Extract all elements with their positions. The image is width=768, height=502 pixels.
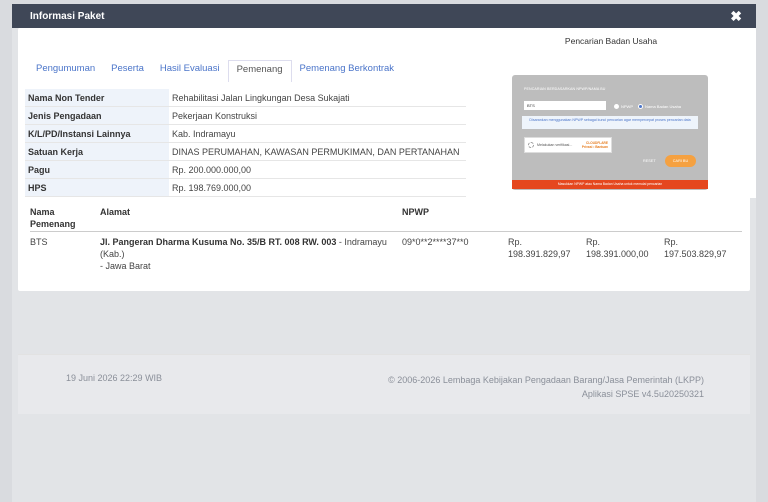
search-popup-panel: Pencarian Badan Usaha PENCARIAN BERDASAR… [466, 28, 756, 198]
info-row-jenis: Jenis Pengadaan Pekerjaan Konstruksi [25, 107, 467, 125]
table-row: BTS Jl. Pangeran Dharma Kusuma No. 35/B … [30, 236, 742, 271]
captcha-label: Melakukan verifikasi... [537, 143, 573, 147]
info-value: Pekerjaan Konstruksi [172, 110, 258, 121]
info-row-hps: HPS Rp. 198.769.000,00 [25, 179, 467, 197]
corrected-price: Rp. 198.391.000,00 [586, 236, 649, 260]
search-note: Disarankan menggunakan NPWP sebagai kunc… [522, 116, 698, 129]
search-input[interactable]: BTS [524, 101, 606, 110]
corrected-currency: Rp. [586, 237, 601, 247]
header-alamat: Alamat [100, 207, 131, 217]
radio-npwp-icon [614, 104, 619, 109]
info-value: Rp. 198.769.000,00 [172, 182, 252, 193]
tab-peserta[interactable]: Peserta [103, 60, 152, 82]
address-province: - Jawa Barat [100, 261, 151, 271]
info-value: DINAS PERUMAHAN, KAWASAN PERMUKIMAN, DAN… [172, 146, 460, 157]
final-value: 197.503.829,97 [664, 249, 727, 259]
winner-npwp: 09*0**2****37**0 [402, 237, 469, 247]
search-label: PENCARIAN BERDASARKAN NPWP/NAMA BU [524, 87, 606, 91]
header-npwp: NPWP [402, 207, 429, 217]
address-street: Jl. Pangeran Dharma Kusuma No. 35/B RT. … [100, 237, 337, 247]
tab-bar: Pengumuman Peserta Hasil Evaluasi Pemena… [28, 60, 402, 82]
winner-name: BTS [30, 237, 48, 247]
radio-nama-bu-label: Nama Badan Usaha [645, 104, 682, 109]
package-info-table: Nama Non Tender Rehabilitasi Jalan Lingk… [25, 89, 467, 197]
info-key: Pagu [25, 161, 169, 178]
close-icon[interactable]: ✖ [730, 9, 742, 23]
winner-table-header: Nama Pemenang Alamat NPWP [30, 206, 742, 232]
modal-header: Informasi Paket ✖ [12, 4, 756, 28]
captcha-spinner-icon [528, 142, 534, 148]
radio-npwp[interactable]: NPWP [614, 104, 633, 109]
final-currency: Rp. [664, 237, 679, 247]
footer-copyright: © 2006-2026 Lembaga Kebijakan Pengadaan … [388, 373, 704, 401]
info-key: K/L/PD/Instansi Lainnya [25, 125, 169, 142]
info-value: Rehabilitasi Jalan Lingkungan Desa Sukaj… [172, 92, 350, 103]
info-key: Nama Non Tender [25, 89, 169, 106]
captcha-brand: CLOUDFLARE Privasi • Bantuan [582, 141, 608, 149]
tab-pengumuman[interactable]: Pengumuman [28, 60, 103, 82]
reset-button[interactable]: RESET [643, 159, 656, 163]
tab-pemenang-berkontrak[interactable]: Pemenang Berkontrak [292, 60, 403, 82]
info-row-nama: Nama Non Tender Rehabilitasi Jalan Lingk… [25, 89, 467, 107]
app-version: Aplikasi SPSE v4.5u20250321 [581, 389, 704, 399]
search-status-bar: Masukkan NPWP atau Nama Badan Usaha untu… [512, 180, 708, 189]
info-key: Satuan Kerja [25, 143, 169, 160]
info-value: Kab. Indramayu [172, 128, 236, 139]
info-row-instansi: K/L/PD/Instansi Lainnya Kab. Indramayu [25, 125, 467, 143]
winner-address: Jl. Pangeran Dharma Kusuma No. 35/B RT. … [100, 236, 400, 272]
header-nama-line2: Pemenang [30, 219, 76, 229]
tab-hasil-evaluasi[interactable]: Hasil Evaluasi [152, 60, 228, 82]
radio-nama-bu[interactable]: Nama Badan Usaha [638, 104, 681, 109]
info-key: Jenis Pengadaan [25, 107, 169, 124]
offer-value: 198.391.829,97 [508, 249, 571, 259]
search-popup-title: Pencarian Badan Usaha [564, 36, 658, 46]
info-value: Rp. 200.000.000,00 [172, 164, 252, 175]
search-popup-form: PENCARIAN BERDASARKAN NPWP/NAMA BU BTS N… [512, 75, 708, 190]
offer-price: Rp. 198.391.829,97 [508, 236, 571, 260]
corrected-value: 198.391.000,00 [586, 249, 649, 259]
captcha-brand-links[interactable]: Privasi • Bantuan [582, 145, 608, 149]
radio-selected-icon [638, 104, 643, 109]
search-button[interactable]: CARI BU [665, 155, 696, 167]
header-nama-line1: Nama [30, 207, 55, 217]
info-row-pagu: Pagu Rp. 200.000.000,00 [25, 161, 467, 179]
final-price: Rp. 197.503.829,97 [664, 236, 727, 260]
copyright-text: © 2006-2026 Lembaga Kebijakan Pengadaan … [388, 375, 704, 385]
info-key: HPS [25, 179, 169, 196]
radio-npwp-label: NPWP [621, 104, 633, 109]
info-row-satker: Satuan Kerja DINAS PERUMAHAN, KAWASAN PE… [25, 143, 467, 161]
modal-title: Informasi Paket [30, 10, 105, 22]
offer-currency: Rp. [508, 237, 523, 247]
captcha-widget[interactable]: Melakukan verifikasi... CLOUDFLARE Priva… [524, 137, 612, 153]
footer-date: 19 Juni 2026 22:29 WIB [66, 373, 163, 383]
tab-pemenang[interactable]: Pemenang [227, 60, 292, 82]
footer: 19 Juni 2026 22:29 WIB © 2006-2026 Lemba… [18, 354, 750, 414]
header-nama: Nama Pemenang [30, 206, 76, 230]
